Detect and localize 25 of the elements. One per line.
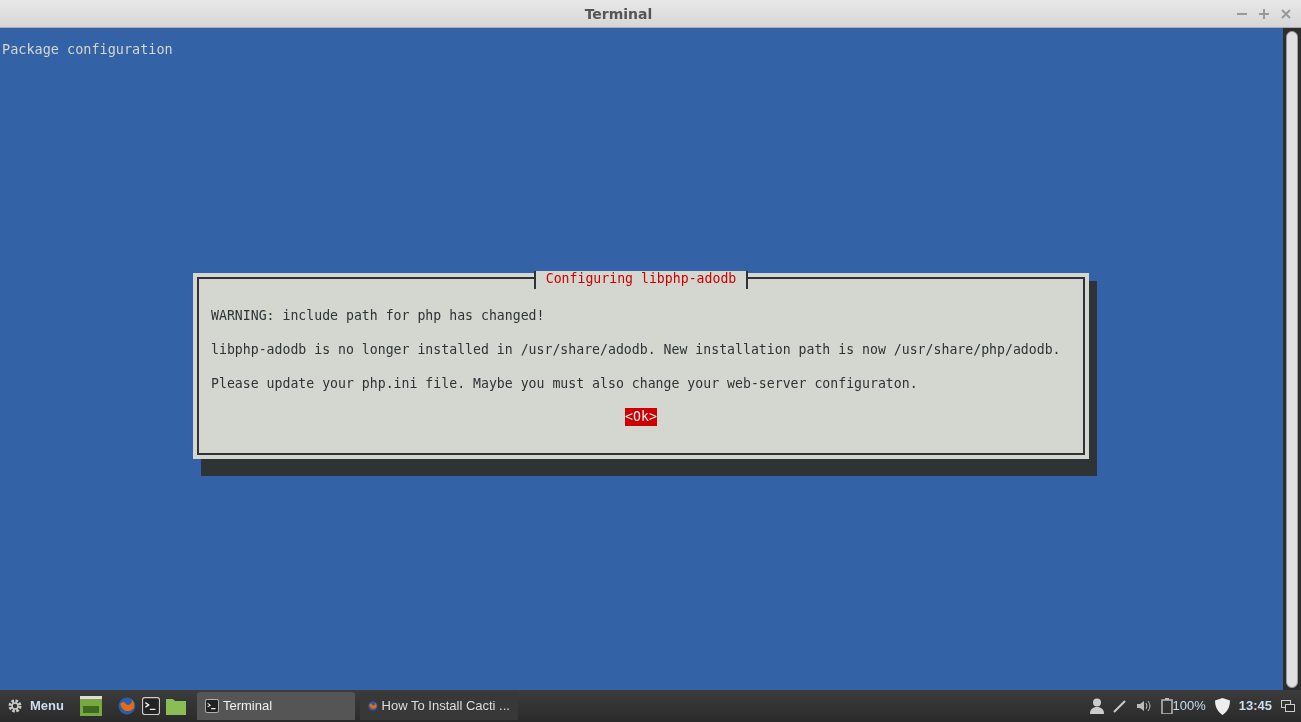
window-title: Terminal (584, 5, 653, 22)
dialog-message: libphp-adodb is no longer installed in /usr/share/adodb. New installation path is now /usr/share/php/adodb. (211, 341, 1061, 359)
browser-icon (117, 697, 136, 715)
folder-icon[interactable] (165, 697, 186, 715)
terminal-icon (141, 697, 160, 715)
dialog-message: Please update your php.ini file. Maybe you must also change your web-server configuraton. (211, 375, 918, 393)
gear-icon (6, 697, 24, 715)
scrollbar[interactable] (1283, 28, 1301, 690)
dialog-message: WARNING: include path for php has changed! (211, 307, 545, 325)
user-icon[interactable] (1089, 698, 1104, 714)
ok-button[interactable]: <Ok> (625, 408, 657, 426)
windows-icon[interactable] (1281, 700, 1295, 712)
taskbar-task[interactable]: How To Install Cacti ... (359, 692, 518, 720)
dialog-title: Configuring libphp-adodb (533, 271, 749, 289)
desktop-icon[interactable] (79, 696, 102, 716)
menu-button[interactable]: Menu (30, 696, 74, 716)
terminal-header: Package configuration (1, 42, 173, 56)
battery-percentage: 100% (1172, 697, 1206, 716)
terminal-icon (204, 699, 219, 713)
shield-icon[interactable] (1214, 697, 1230, 715)
clock[interactable]: 13:45 (1238, 696, 1272, 716)
volume-icon[interactable] (1135, 699, 1152, 713)
battery-icon[interactable] (1160, 698, 1173, 714)
taskbar-task[interactable]: Terminal (196, 692, 355, 720)
browser-icon (367, 699, 378, 713)
